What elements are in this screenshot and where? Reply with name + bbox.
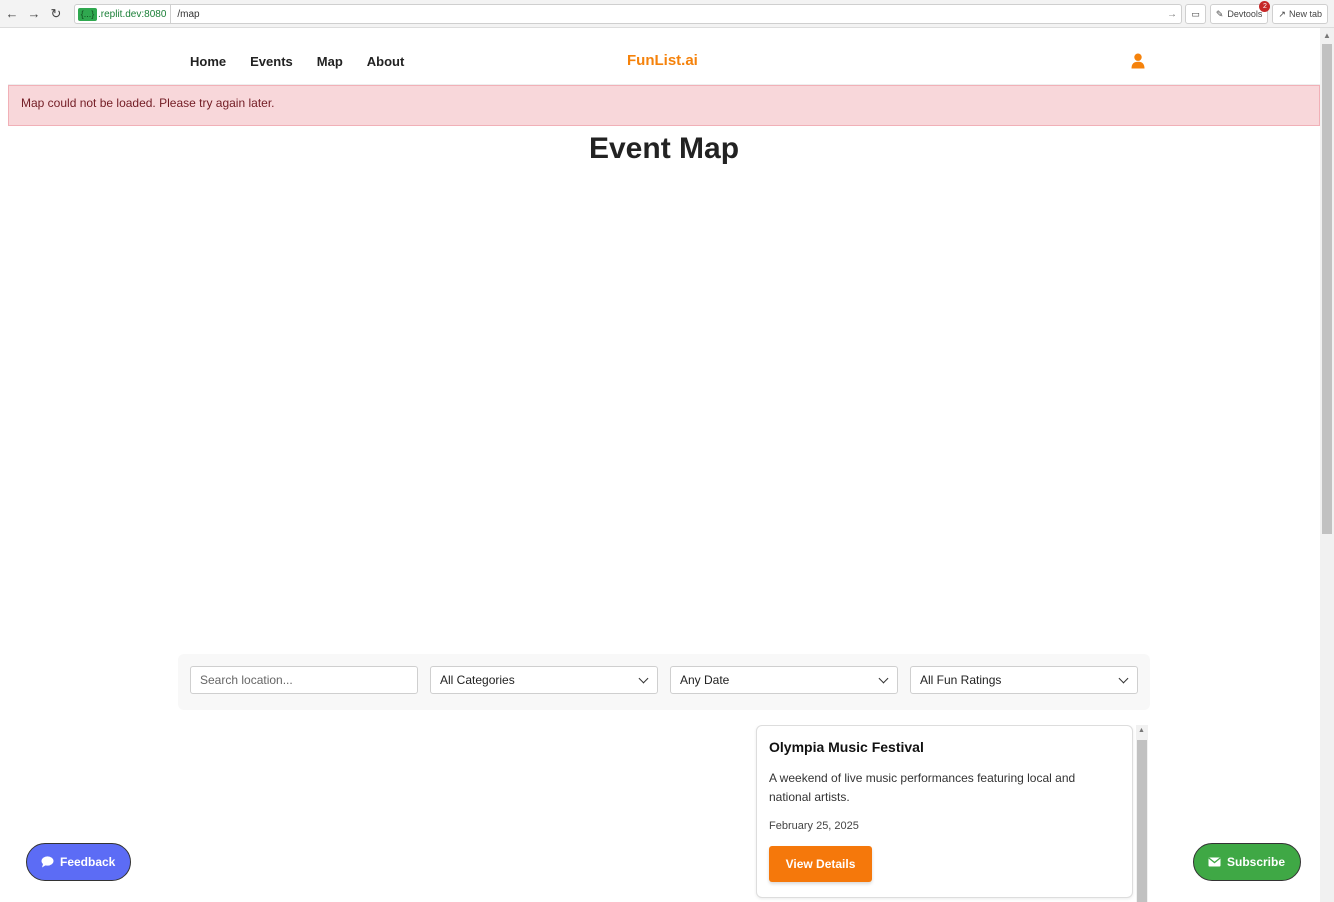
url-host-text: .replit.dev:8080: [98, 8, 167, 20]
envelope-icon: [1208, 857, 1221, 867]
chevron-down-icon: [1118, 673, 1129, 684]
search-location-input[interactable]: [200, 673, 408, 687]
page-scrollbar[interactable]: ▲: [1320, 28, 1334, 902]
url-path: /map: [177, 8, 200, 20]
event-title: Olympia Music Festival: [769, 739, 924, 755]
main-nav: Home Events Map About: [190, 54, 404, 69]
site-header: Home Events Map About FunList.ai: [8, 28, 1320, 85]
scroll-up-icon[interactable]: ▲: [1323, 31, 1331, 40]
page-scroll-thumb[interactable]: [1322, 44, 1332, 534]
new-tab-button[interactable]: ↗ New tab: [1272, 4, 1328, 24]
user-icon[interactable]: [1131, 53, 1145, 69]
url-host: {...} .replit.dev:8080: [75, 5, 172, 23]
map-container[interactable]: [178, 178, 1150, 638]
scroll-up-icon[interactable]: ▲: [1138, 727, 1145, 734]
new-tab-label: New tab: [1288, 9, 1322, 19]
date-select[interactable]: Any Date: [670, 666, 898, 694]
forward-icon[interactable]: →: [24, 4, 44, 24]
event-list: Olympia Music Festival A weekend of live…: [754, 725, 1150, 902]
browser-toolbar: ← → ↻ {...} .replit.dev:8080 /map → ▭ ✎ …: [0, 0, 1334, 28]
reload-icon[interactable]: ↻: [46, 4, 66, 24]
comment-icon: [41, 856, 54, 868]
filter-bar: All Categories Any Date All Fun Ratings: [178, 654, 1150, 710]
external-link-icon: ↗: [1278, 8, 1286, 19]
rating-select[interactable]: All Fun Ratings: [910, 666, 1138, 694]
nav-map[interactable]: Map: [317, 54, 343, 69]
url-host-chip: {...}: [78, 7, 97, 21]
date-value: Any Date: [680, 673, 730, 687]
devtools-button[interactable]: ✎ Devtools 2: [1209, 1, 1271, 24]
go-arrow-icon[interactable]: →: [1167, 9, 1177, 20]
event-list-scroll-thumb[interactable]: [1137, 740, 1147, 902]
subscribe-label: Subscribe: [1227, 855, 1286, 869]
chevron-down-icon: [878, 673, 889, 684]
event-card: Olympia Music Festival A weekend of live…: [756, 725, 1133, 898]
category-value: All Categories: [440, 673, 515, 687]
category-select[interactable]: All Categories: [430, 666, 658, 694]
nav-about[interactable]: About: [367, 54, 405, 69]
devtools-label: Devtools: [1227, 9, 1263, 19]
event-date: February 25, 2025: [769, 820, 859, 832]
chevron-down-icon: [638, 673, 649, 684]
view-details-button[interactable]: View Details: [769, 846, 872, 882]
search-location-field[interactable]: [190, 666, 418, 694]
back-icon[interactable]: ←: [2, 4, 22, 24]
subscribe-button[interactable]: Subscribe: [1193, 843, 1301, 881]
nav-home[interactable]: Home: [190, 54, 226, 69]
feedback-label: Feedback: [60, 855, 116, 869]
nav-events[interactable]: Events: [250, 54, 293, 69]
page-viewport: Home Events Map About FunList.ai Map cou…: [8, 28, 1320, 902]
site-logo[interactable]: FunList.ai: [627, 52, 698, 69]
map-error-alert: Map could not be loaded. Please try agai…: [8, 85, 1320, 126]
page-title: Event Map: [588, 132, 740, 165]
devtools-badge: 2: [1259, 1, 1271, 12]
address-bar[interactable]: {...} .replit.dev:8080 /map →: [74, 4, 1182, 24]
wrench-icon: ✎: [1215, 8, 1224, 19]
rating-value: All Fun Ratings: [920, 673, 1002, 687]
event-list-scrollbar[interactable]: ▲: [1136, 725, 1148, 902]
feedback-button[interactable]: Feedback: [26, 843, 131, 881]
event-description: A weekend of live music performances fea…: [769, 771, 1076, 804]
screen-icon[interactable]: ▭: [1185, 4, 1206, 24]
